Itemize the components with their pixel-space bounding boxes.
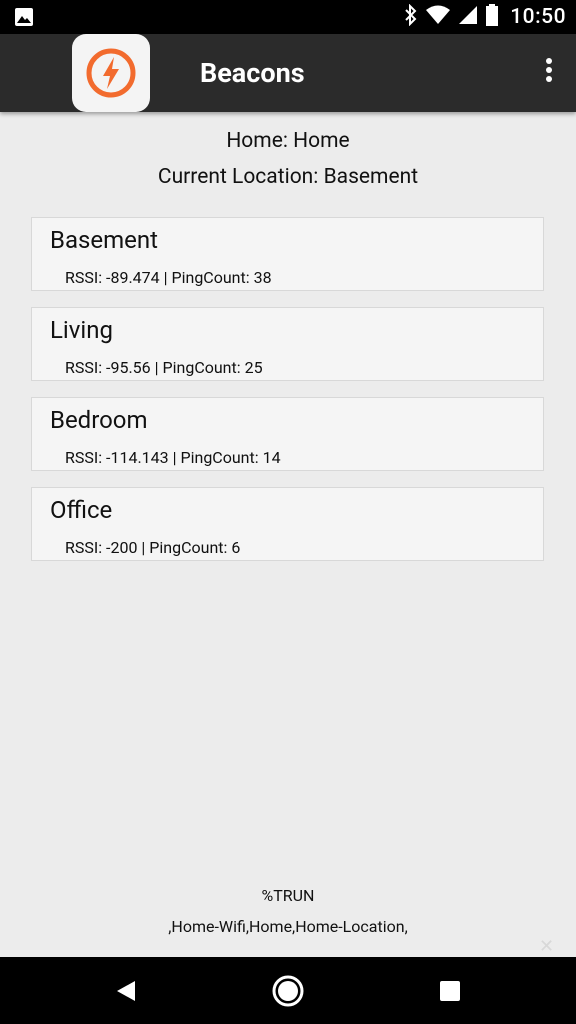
signal-icon (458, 5, 478, 29)
beacon-card-living[interactable]: Living RSSI: -95.56 | PingCount: 25 (31, 307, 544, 381)
beacon-stats: RSSI: -89.474 | PingCount: 38 (65, 268, 272, 287)
nav-bar (0, 957, 576, 1024)
beacon-card-office[interactable]: Office RSSI: -200 | PingCount: 6 (31, 487, 544, 561)
beacon-card-basement[interactable]: Basement RSSI: -89.474 | PingCount: 38 (31, 217, 544, 291)
more-vert-icon[interactable] (542, 58, 556, 88)
beacon-name: Bedroom (50, 406, 148, 434)
recents-icon[interactable] (420, 957, 480, 1024)
lightning-bolt-icon (86, 48, 136, 98)
current-location-label: Current Location: Basement (157, 165, 419, 189)
status-time: 10:50 (510, 5, 566, 29)
beacon-card-bedroom[interactable]: Bedroom RSSI: -114.143 | PingCount: 14 (31, 397, 544, 471)
image-icon (14, 7, 34, 31)
beacon-name: Living (50, 316, 113, 344)
beacon-stats: RSSI: -114.143 | PingCount: 14 (65, 448, 281, 467)
bluetooth-icon (404, 3, 418, 30)
footer-wifi-text: ,Home-Wifi,Home,Home-Location, (168, 917, 408, 936)
beacon-name: Office (50, 496, 113, 524)
app-title: Beacons (200, 57, 305, 89)
status-bar: 10:50 (0, 0, 576, 34)
close-icon: ✕ (539, 936, 555, 957)
back-icon[interactable] (96, 957, 156, 1024)
battery-icon (486, 4, 499, 30)
beacon-name: Basement (50, 226, 158, 254)
home-label: Home: Home (226, 129, 350, 153)
beacon-stats: RSSI: -95.56 | PingCount: 25 (65, 358, 263, 377)
beacon-stats: RSSI: -200 | PingCount: 6 (65, 538, 241, 557)
app-logo (72, 34, 150, 112)
beacon-list: Basement RSSI: -89.474 | PingCount: 38 L… (31, 217, 544, 577)
app-bar: Beacons (0, 34, 576, 112)
wifi-icon (426, 5, 451, 29)
footer-status-text: %TRUN (261, 886, 315, 905)
home-icon[interactable] (258, 957, 318, 1024)
